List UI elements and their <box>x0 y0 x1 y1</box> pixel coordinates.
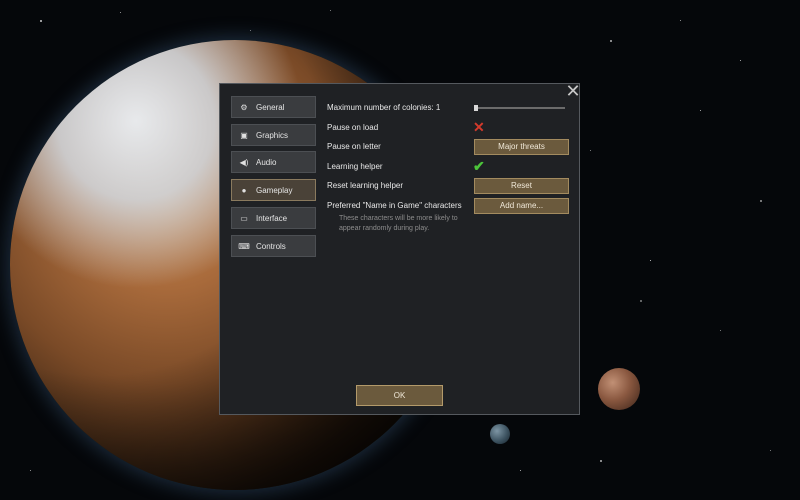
star <box>720 330 721 331</box>
nav-gameplay-label: Gameplay <box>256 185 293 195</box>
star <box>30 470 31 471</box>
monitor-icon: ▭ <box>240 213 248 223</box>
nav-graphics-label: Graphics <box>256 130 289 140</box>
nav-general[interactable]: ⚙ General <box>231 96 316 118</box>
gear-icon: ⚙ <box>240 102 248 112</box>
star <box>250 30 251 31</box>
pause-on-load-label: Pause on load <box>327 123 379 132</box>
nav-interface-label: Interface <box>256 213 288 223</box>
star <box>740 60 741 61</box>
keyboard-icon: ⌨ <box>238 241 250 251</box>
moon-blue <box>490 424 510 444</box>
max-colonies-slider-track[interactable] <box>475 107 565 109</box>
check-icon[interactable]: ✔ <box>473 159 485 173</box>
star <box>650 260 651 261</box>
reset-button[interactable]: Reset <box>474 178 569 194</box>
add-name-button[interactable]: Add name... <box>474 198 569 214</box>
star <box>40 20 42 22</box>
graphics-icon: ▣ <box>240 130 248 140</box>
star <box>330 10 331 11</box>
nav-gameplay[interactable]: ● Gameplay <box>231 179 316 201</box>
person-icon: ● <box>241 185 247 195</box>
max-colonies-slider-thumb[interactable] <box>474 105 478 111</box>
reset-learning-label: Reset learning helper <box>327 181 404 190</box>
nav-interface[interactable]: ▭ Interface <box>231 207 316 229</box>
star <box>590 150 591 151</box>
star <box>640 300 642 302</box>
star <box>120 12 121 13</box>
preferred-names-label: Preferred "Name in Game" characters <box>327 201 462 210</box>
learning-helper-label: Learning helper <box>327 162 383 171</box>
star <box>610 40 612 42</box>
nav-controls[interactable]: ⌨ Controls <box>231 235 316 257</box>
moon-red <box>598 368 640 410</box>
nav-controls-label: Controls <box>256 241 286 251</box>
speaker-icon: ◀) <box>239 157 249 167</box>
pause-on-letter-label: Pause on letter <box>327 142 381 151</box>
close-button[interactable]: ✕ <box>565 82 581 100</box>
nav-audio[interactable]: ◀) Audio <box>231 151 316 173</box>
star <box>760 200 762 202</box>
star <box>700 110 701 111</box>
star <box>520 470 521 471</box>
nav-graphics[interactable]: ▣ Graphics <box>231 124 316 146</box>
pause-on-letter-dropdown[interactable]: Major threats <box>474 139 569 155</box>
star <box>600 460 602 462</box>
ok-button[interactable]: OK <box>356 385 443 406</box>
max-colonies-label: Maximum number of colonies: 1 <box>327 103 441 112</box>
cross-icon[interactable]: ✕ <box>473 120 485 134</box>
star <box>770 450 771 451</box>
star <box>680 20 681 21</box>
nav-audio-label: Audio <box>256 157 277 167</box>
nav-general-label: General <box>256 102 285 112</box>
preferred-names-hint: These characters will be more likely to … <box>339 215 458 232</box>
